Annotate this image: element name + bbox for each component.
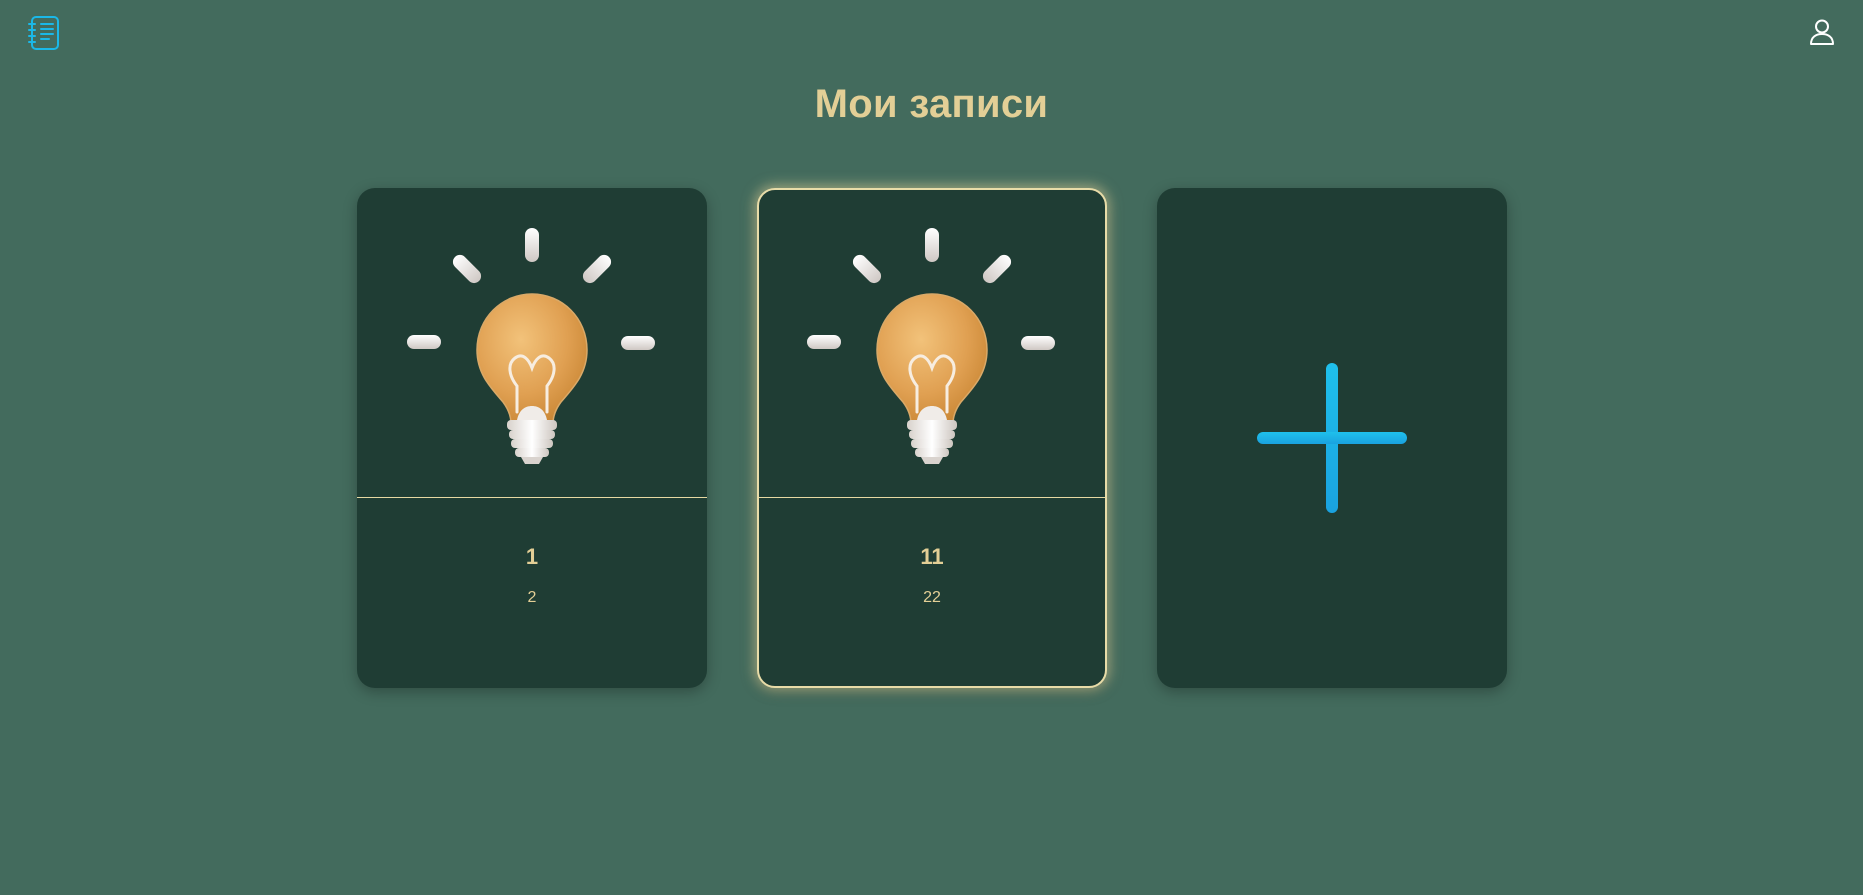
note-card[interactable]: 1 2 (357, 188, 707, 688)
note-card-selected[interactable]: 11 22 (757, 188, 1107, 688)
note-subtitle: 22 (923, 589, 941, 606)
lightbulb-icon (759, 190, 1103, 497)
top-bar (0, 0, 1863, 64)
notebook-icon[interactable] (28, 15, 62, 51)
plus-icon (1252, 358, 1412, 518)
lightbulb-icon (357, 188, 707, 497)
note-title: 1 (525, 544, 539, 569)
user-icon[interactable] (1807, 17, 1837, 47)
notes-grid: 1 2 11 22 (357, 188, 1507, 688)
card-divider (357, 497, 707, 498)
card-divider (759, 497, 1105, 498)
add-note-card[interactable] (1157, 188, 1507, 688)
note-subtitle: 2 (527, 589, 537, 606)
note-title: 11 (920, 544, 944, 569)
page-title: Мои записи (814, 82, 1049, 126)
